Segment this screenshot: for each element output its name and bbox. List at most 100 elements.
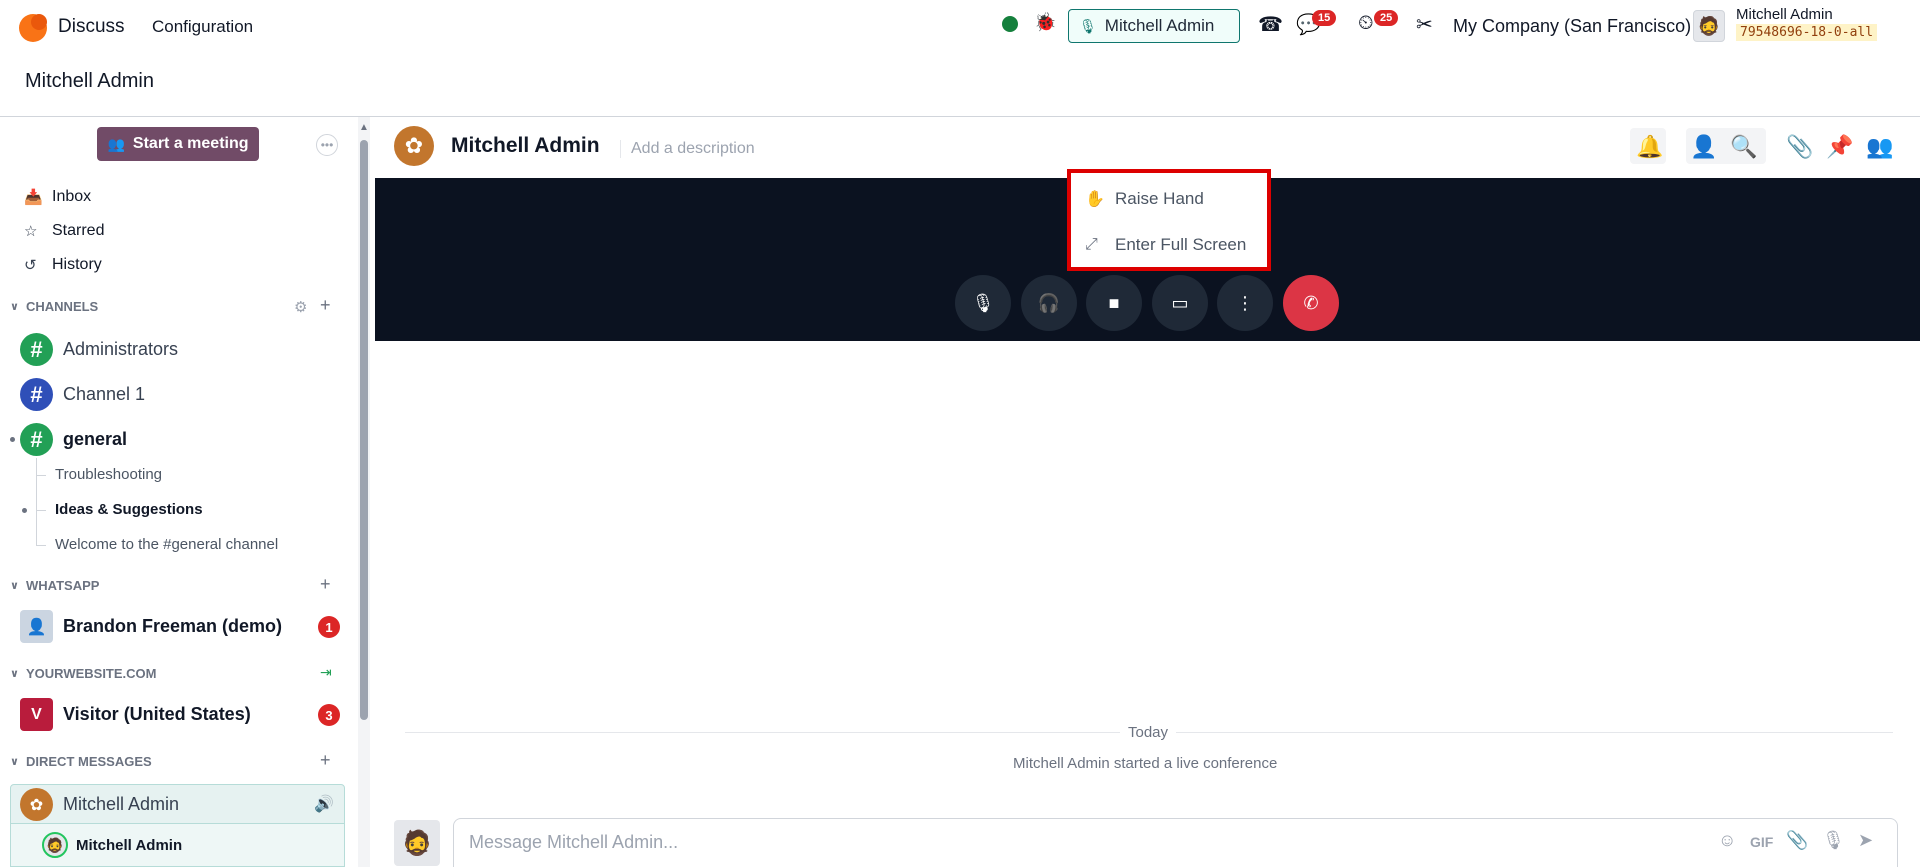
chevron-down-icon: ∨ (10, 301, 19, 313)
user-avatar[interactable]: 🧔 (1693, 10, 1725, 42)
section-whatsapp[interactable]: ∨ WHATSAPP (10, 578, 99, 593)
add-dm-icon[interactable]: + (320, 750, 331, 771)
search-icon[interactable]: 🔍 (1730, 134, 1757, 160)
send-icon[interactable]: ➤ (1858, 830, 1873, 851)
hangup-button[interactable]: ✆ (1283, 275, 1339, 331)
users-icon: 👥 (107, 135, 125, 152)
breadcrumb: Mitchell Admin (25, 70, 154, 92)
phone-icon[interactable]: ☎ (1258, 12, 1283, 37)
debug-icon[interactable]: 🐞 (1034, 12, 1056, 33)
channels-settings-icon[interactable]: ⚙ (294, 298, 307, 316)
active-call-pill[interactable]: 🎙 Mitchell Admin (1068, 9, 1240, 43)
sidebar-options-icon[interactable]: ••• (316, 134, 338, 156)
emoji-icon[interactable]: ☺ (1718, 830, 1736, 851)
section-website[interactable]: ∨ YOURWEBSITE.COM (10, 666, 157, 681)
conference-notice: Mitchell Admin started a live conference (1013, 755, 1278, 772)
message-input[interactable]: Message Mitchell Admin... (469, 832, 678, 853)
unread-dot (22, 508, 27, 513)
attachment-icon[interactable]: 📎 (1786, 134, 1813, 160)
add-whatsapp-icon[interactable]: + (320, 574, 331, 595)
presence-status-icon[interactable] (1002, 16, 1018, 32)
dm-avatar: ✿ (20, 788, 53, 821)
bell-icon[interactable]: 🔔 (1636, 134, 1663, 160)
subchannel-troubleshooting[interactable]: Troubleshooting (55, 466, 162, 483)
visitor-unread-badge: 3 (318, 704, 340, 726)
members-icon[interactable]: 👥 (1866, 134, 1893, 160)
hash-icon: # (20, 333, 53, 366)
headphones-button[interactable]: 🎧 (1021, 275, 1077, 331)
hash-icon: # (20, 423, 53, 456)
chevron-down-icon: ∨ (10, 756, 19, 768)
thread-tick (36, 475, 46, 476)
composer-avatar: 🧔 (394, 820, 440, 866)
sidebar-item-inbox[interactable]: 📥 Inbox (24, 188, 91, 206)
database-tag: 79548696-18-0-all (1736, 24, 1878, 41)
chevron-down-icon: ∨ (10, 580, 19, 592)
sidebar-scroll-thumb[interactable] (360, 140, 368, 720)
visitor-avatar: V (20, 698, 53, 731)
pin-icon[interactable]: 📌 (1826, 134, 1853, 160)
website-visitor[interactable]: V Visitor (United States) (20, 698, 251, 731)
microphone-icon: 🎙 (971, 292, 995, 313)
app-title[interactable]: Discuss (58, 16, 125, 38)
channel-general[interactable]: # general (20, 423, 127, 456)
unread-dot (10, 437, 15, 442)
add-user-icon[interactable]: 👤 (1690, 134, 1717, 160)
hash-icon: # (20, 378, 53, 411)
thread-tick (36, 510, 46, 511)
participant-avatar: 🧔 (42, 832, 68, 858)
fullscreen-icon: ⤢ (1085, 236, 1098, 253)
history-icon: ↺ (24, 257, 37, 274)
menu-configuration[interactable]: Configuration (152, 17, 253, 37)
messages-badge: 15 (1312, 10, 1337, 26)
channel-administrators[interactable]: # Administrators (20, 333, 178, 366)
microphone-button[interactable]: 🎙 (955, 275, 1011, 331)
discuss-logo[interactable] (19, 14, 47, 42)
screen-share-button[interactable]: ▭ (1152, 275, 1208, 331)
whatsapp-unread-badge: 1 (318, 616, 340, 638)
headphones-icon: 🎧 (1037, 292, 1061, 313)
whatsapp-contact[interactable]: 👤 Brandon Freeman (demo) (20, 610, 282, 643)
scroll-up-icon[interactable]: ▲ (358, 122, 370, 133)
tools-icon[interactable]: ✂ (1416, 12, 1433, 37)
start-meeting-button[interactable]: 👥 Start a meeting (97, 127, 259, 161)
section-direct-messages[interactable]: ∨ DIRECT MESSAGES (10, 754, 152, 769)
call-participant[interactable]: 🧔 Mitchell Admin (42, 832, 182, 858)
camera-icon: ■ (1108, 292, 1120, 313)
menu-raise-hand[interactable]: ✋ Raise Hand (1085, 189, 1204, 209)
monitor-icon: ▭ (1171, 292, 1189, 313)
dm-mitchell-admin[interactable]: ✿ Mitchell Admin (20, 788, 179, 821)
hand-icon: ✋ (1085, 191, 1105, 208)
phone-hangup-icon: ✆ (1303, 292, 1319, 313)
thread-line (36, 458, 37, 546)
subchannel-ideas[interactable]: Ideas & Suggestions (55, 501, 203, 518)
microphone-icon: 🎙 (1079, 17, 1097, 34)
chat-avatar[interactable]: ✿ (394, 126, 434, 166)
date-label: Today (1120, 724, 1177, 741)
chat-title[interactable]: Mitchell Admin (451, 134, 600, 158)
activities-icon[interactable]: ⏲ (1358, 12, 1374, 35)
sidebar-item-starred[interactable]: ☆ Starred (24, 222, 104, 240)
contact-avatar: 👤 (20, 610, 53, 643)
menu-enter-fullscreen[interactable]: ⤢ Enter Full Screen (1085, 235, 1246, 255)
more-options-button[interactable]: ⋮ (1217, 275, 1273, 331)
company-switcher[interactable]: My Company (San Francisco) (1453, 16, 1691, 37)
user-name[interactable]: Mitchell Admin (1736, 6, 1833, 23)
attach-file-icon[interactable]: 📎 (1786, 830, 1808, 851)
star-icon: ☆ (24, 223, 38, 240)
subchannel-welcome[interactable]: Welcome to the #general channel (55, 536, 278, 553)
thread-tick (36, 545, 46, 546)
section-channels[interactable]: ∨ CHANNELS (10, 299, 98, 314)
speaker-icon: 🔊 (314, 796, 334, 813)
voice-message-icon[interactable]: 🎙 (1822, 830, 1845, 851)
active-call-user: Mitchell Admin (1104, 16, 1215, 35)
call-options-dropdown: ✋ Raise Hand ⤢ Enter Full Screen (1067, 169, 1271, 271)
more-vertical-icon: ⋮ (1236, 292, 1254, 313)
sidebar-item-history[interactable]: ↺ History (24, 256, 102, 274)
gif-icon[interactable]: GIF (1750, 834, 1773, 850)
add-channel-icon[interactable]: + (320, 295, 331, 316)
chat-description-input[interactable]: Add a description (620, 140, 755, 158)
join-livechat-icon[interactable]: ⇥ (320, 664, 332, 681)
channel-channel-1[interactable]: # Channel 1 (20, 378, 145, 411)
camera-button[interactable]: ■ (1086, 275, 1142, 331)
